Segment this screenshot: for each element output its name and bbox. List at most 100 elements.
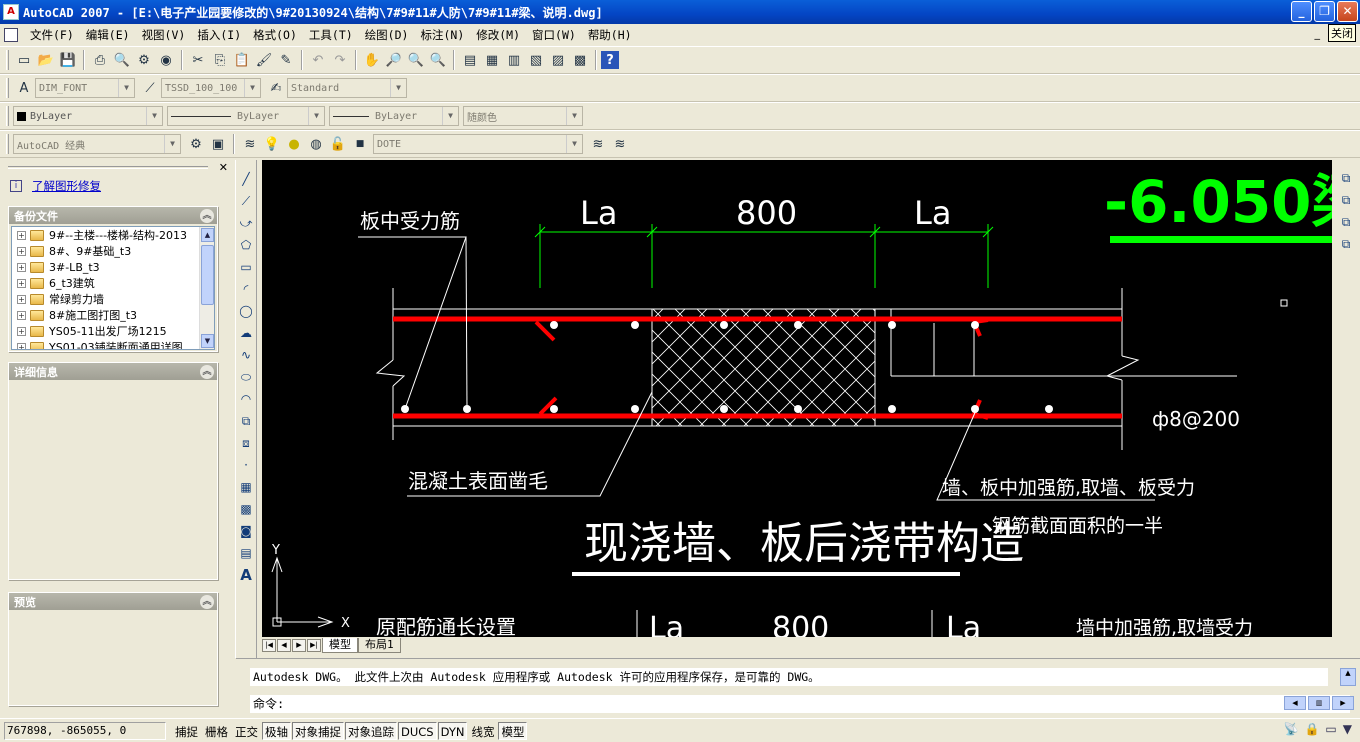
first-tab-icon[interactable]: |◀: [262, 638, 276, 652]
collapse-icon[interactable]: ︽: [200, 594, 214, 609]
osnap-toggle[interactable]: 对象捕捉: [292, 721, 344, 740]
scroll-down-icon[interactable]: ▼: [201, 334, 214, 348]
menu-insert[interactable]: 插入(I): [191, 27, 247, 43]
otrack-toggle[interactable]: 对象追踪: [345, 721, 397, 740]
revision-cloud-icon[interactable]: ☁: [236, 322, 256, 344]
expand-icon[interactable]: +: [17, 246, 26, 256]
plot-style-combo[interactable]: 随颜色 ▼: [463, 106, 583, 126]
table-style-combo[interactable]: Standard ▼: [287, 78, 407, 98]
calculator-icon[interactable]: ▩: [569, 49, 591, 71]
file-row[interactable]: +9#--主楼---楼梯-结构-2013: [12, 227, 214, 243]
construction-line-icon[interactable]: ⟋: [236, 190, 256, 212]
make-block-icon[interactable]: ⧈: [236, 432, 256, 454]
file-row[interactable]: + 常绿剪力墙: [12, 291, 214, 307]
command-input[interactable]: 命令:: [250, 695, 1350, 713]
zoom-previous-icon[interactable]: 🔍: [427, 49, 449, 71]
last-tab-icon[interactable]: ▶|: [307, 638, 321, 652]
preview-header[interactable]: 预览 ︽: [9, 593, 217, 610]
palette-close-icon[interactable]: ✕: [219, 161, 228, 174]
sheet-set-icon[interactable]: ▧: [525, 49, 547, 71]
ellipse-arc-icon[interactable]: ◠: [236, 388, 256, 410]
linetype-combo[interactable]: ByLayer ▼: [167, 106, 325, 126]
menu-tools[interactable]: 工具(T): [303, 27, 359, 43]
menu-format[interactable]: 格式(O): [247, 27, 303, 43]
command-hscroll[interactable]: ◀ ▥ ▶: [1284, 696, 1354, 712]
layer-tool-2-icon[interactable]: ⧉: [1336, 190, 1356, 210]
toolbar-grip[interactable]: [6, 78, 9, 98]
scroll-right-icon[interactable]: ▶: [1332, 696, 1354, 710]
tool-palettes-icon[interactable]: ▥: [503, 49, 525, 71]
file-row[interactable]: +8#、9#基础_t3: [12, 243, 214, 259]
ellipse-icon[interactable]: ⬭: [236, 366, 256, 388]
file-row[interactable]: + YS05-11出发厂场1215: [12, 323, 214, 339]
document-icon[interactable]: [4, 28, 18, 42]
print-icon[interactable]: ⎙: [89, 49, 111, 71]
layer-combo[interactable]: DOTE ▼: [373, 134, 583, 154]
menu-modify[interactable]: 修改(M): [470, 27, 526, 43]
lineweight-toggle[interactable]: 线宽: [468, 722, 497, 740]
markup-icon[interactable]: ▨: [547, 49, 569, 71]
next-tab-icon[interactable]: ▶: [292, 638, 306, 652]
expand-icon[interactable]: +: [17, 294, 26, 304]
cut-icon[interactable]: ✂: [187, 49, 209, 71]
expand-icon[interactable]: +: [17, 310, 26, 320]
close-button[interactable]: ✕: [1337, 1, 1358, 22]
grid-toggle[interactable]: 栅格: [202, 722, 231, 740]
scroll-thumb[interactable]: [201, 245, 214, 305]
insert-block-icon[interactable]: ⧉: [236, 410, 256, 432]
lineweight-combo[interactable]: ByLayer ▼: [329, 106, 459, 126]
open-icon[interactable]: 📂: [35, 49, 57, 71]
zoom-realtime-icon[interactable]: 🔎: [383, 49, 405, 71]
workspace-combo[interactable]: AutoCAD 经典 ▼: [13, 134, 181, 154]
expand-icon[interactable]: +: [17, 326, 26, 336]
learn-recovery-link[interactable]: 了解图形修复: [32, 178, 101, 194]
toolbar-grip[interactable]: [6, 106, 9, 126]
menu-window[interactable]: 窗口(W): [526, 27, 582, 43]
block-editor-icon[interactable]: ✎: [275, 49, 297, 71]
text-style-icon[interactable]: A: [13, 77, 35, 99]
drawing-canvas[interactable]: -6.050梁 La 800 La: [262, 160, 1332, 638]
help-icon[interactable]: ?: [601, 51, 619, 69]
region-icon[interactable]: ◙: [236, 520, 256, 542]
clean-screen-icon[interactable]: ▭: [1325, 722, 1336, 736]
pan-icon[interactable]: ✋: [361, 49, 383, 71]
lock-toolbar-icon[interactable]: 🔒: [1304, 722, 1319, 736]
arc-icon[interactable]: ◜: [236, 278, 256, 300]
file-list-scrollbar[interactable]: ▲ ▼: [199, 227, 214, 349]
zoom-window-icon[interactable]: 🔍: [405, 49, 427, 71]
table-style-icon[interactable]: ✍: [265, 77, 287, 99]
color-combo[interactable]: ByLayer ▼: [13, 106, 163, 126]
communication-center-icon[interactable]: 📡: [1284, 722, 1299, 736]
file-row[interactable]: +6_t3建筑: [12, 275, 214, 291]
layer-previous-icon[interactable]: ≋: [609, 133, 631, 155]
dim-font-combo[interactable]: DIM_FONT ▼: [35, 78, 135, 98]
expand-icon[interactable]: +: [17, 230, 26, 240]
workspace-save-icon[interactable]: ▣: [207, 133, 229, 155]
file-row[interactable]: +3#-LB_t3: [12, 259, 214, 275]
palette-grip[interactable]: [8, 165, 208, 169]
scroll-up-icon[interactable]: ▲: [201, 228, 214, 242]
undo-icon[interactable]: ↶: [307, 49, 329, 71]
layer-tool-3-icon[interactable]: ⧉: [1336, 212, 1356, 232]
menu-dimension[interactable]: 标注(N): [414, 27, 470, 43]
expand-icon[interactable]: +: [17, 278, 26, 288]
coordinate-readout[interactable]: 767898, -865055, 0: [4, 721, 166, 740]
gradient-icon[interactable]: ▩: [236, 498, 256, 520]
scroll-left-icon[interactable]: ◀: [1284, 696, 1306, 710]
publish-icon[interactable]: ⚙: [133, 49, 155, 71]
save-icon[interactable]: 💾: [57, 49, 79, 71]
backup-files-header[interactable]: 备份文件 ︽: [9, 207, 217, 224]
ortho-toggle[interactable]: 正交: [232, 722, 261, 740]
circle-icon[interactable]: ◯: [236, 300, 256, 322]
new-icon[interactable]: ▭: [13, 49, 35, 71]
file-row[interactable]: + YS01-03铺装断面通用详图: [12, 339, 214, 349]
redo-icon[interactable]: ↷: [329, 49, 351, 71]
polygon-icon[interactable]: ⬠: [236, 234, 256, 256]
tab-model[interactable]: 模型: [322, 637, 358, 653]
command-scroll-icon[interactable]: ▲: [1340, 668, 1356, 686]
workspace-settings-icon[interactable]: ⚙: [185, 133, 207, 155]
polar-toggle[interactable]: 极轴: [262, 721, 291, 740]
paste-icon[interactable]: 📋: [231, 49, 253, 71]
multiline-text-icon[interactable]: A: [236, 564, 256, 586]
copy-icon[interactable]: ⎘: [209, 49, 231, 71]
